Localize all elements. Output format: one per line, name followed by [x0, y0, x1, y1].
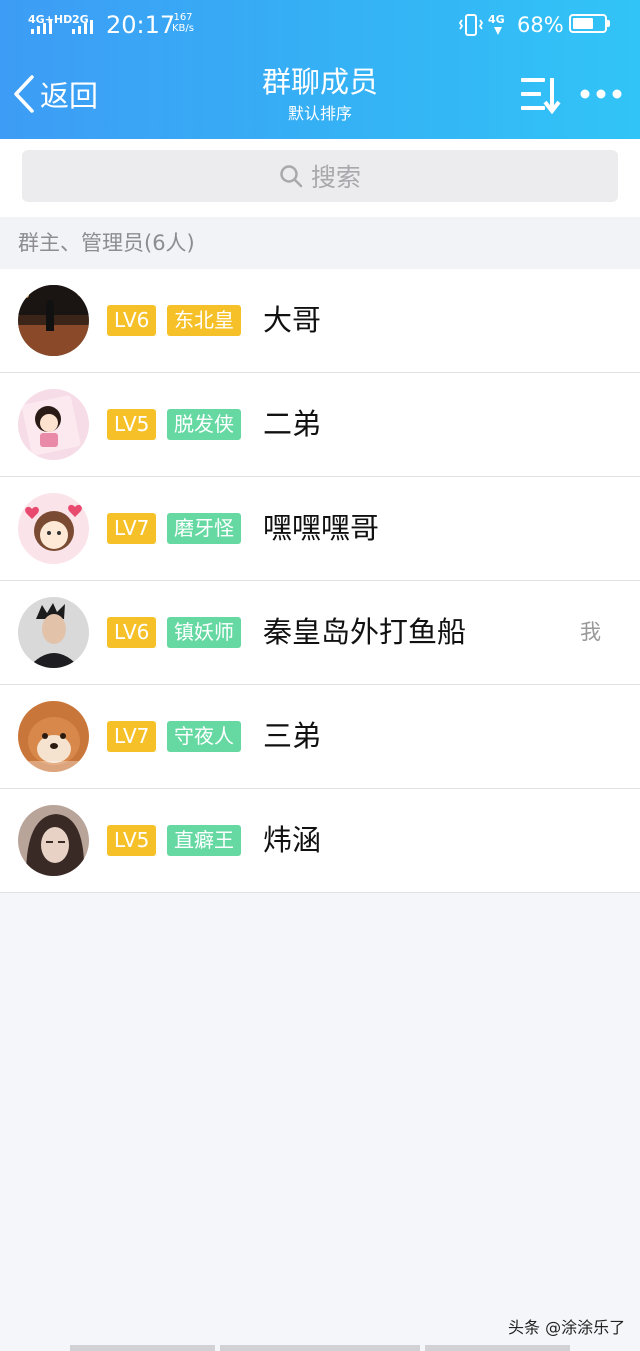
battery-percent: 68%	[517, 13, 564, 37]
network-speed: 167 KB/s	[172, 12, 194, 34]
member-row[interactable]: LV6 镇妖师 秦皇岛外打鱼船 我	[0, 581, 640, 685]
section-header-admins: 群主、管理员(6人)	[0, 217, 640, 269]
member-name: 大哥	[263, 303, 322, 337]
level-badge: LV6	[107, 305, 157, 336]
avatar[interactable]	[18, 701, 89, 772]
member-row[interactable]: LV7 磨牙怪 嘿嘿嘿哥	[0, 477, 640, 581]
search-icon	[280, 165, 303, 188]
member-name: 嘿嘿嘿哥	[263, 511, 380, 545]
signal-icon-1	[31, 18, 61, 34]
speed-value: 167	[173, 12, 193, 23]
member-row[interactable]: LV5 直癖王 炜涵	[0, 789, 640, 893]
member-list: LV6 东北皇 大哥 LV5 脱发侠 二弟 LV7 磨牙怪 嘿嘿嘿哥 LV6 镇…	[0, 269, 640, 893]
member-name: 二弟	[263, 407, 322, 441]
battery-icon	[569, 14, 610, 33]
member-name: 秦皇岛外打鱼船	[263, 615, 467, 649]
avatar[interactable]	[18, 389, 89, 460]
search-input[interactable]: 搜索	[22, 150, 618, 202]
me-indicator: 我	[580, 620, 601, 644]
avatar-shiba-dog-image	[18, 701, 89, 772]
level-badge: LV5	[107, 825, 157, 856]
status-time: 20:17	[106, 11, 176, 39]
level-badge: LV5	[107, 409, 157, 440]
sort-button[interactable]	[516, 74, 564, 116]
level-badge: LV7	[107, 513, 157, 544]
avatar[interactable]	[18, 597, 89, 668]
member-name: 炜涵	[263, 823, 322, 857]
avatar-woman-portrait-image	[18, 805, 89, 876]
member-row[interactable]: LV7 守夜人 三弟	[0, 685, 640, 789]
level-badge: LV7	[107, 721, 157, 752]
avatar-night-street-image	[18, 285, 89, 356]
avatar-cartoon-hearts-image	[18, 493, 89, 564]
member-title-badge: 守夜人	[167, 721, 241, 752]
watermark-text: 头条 @涂涂乐了	[508, 1318, 626, 1337]
data-arrows-icon	[494, 27, 502, 35]
member-row[interactable]: LV5 脱发侠 二弟	[0, 373, 640, 477]
sort-icon	[521, 78, 561, 115]
more-dots-icon	[580, 89, 622, 99]
avatar[interactable]	[18, 493, 89, 564]
member-title-badge: 直癖王	[167, 825, 241, 856]
member-name: 三弟	[263, 719, 322, 753]
avatar[interactable]	[18, 285, 89, 356]
search-area: 搜索	[0, 139, 640, 217]
speed-unit: KB/s	[172, 23, 194, 34]
bottom-scroll-indicator	[70, 1345, 570, 1351]
member-row[interactable]: LV6 东北皇 大哥	[0, 269, 640, 373]
top-header: 4G+HD 2G 20:17 167 KB/s 4G 68% 返回	[0, 0, 640, 139]
battery-fill	[573, 18, 594, 29]
member-title-badge: 脱发侠	[167, 409, 241, 440]
member-title-badge: 东北皇	[167, 305, 241, 336]
more-options-button[interactable]	[577, 82, 625, 106]
member-title-badge: 镇妖师	[167, 617, 241, 648]
network-label-3: 4G	[488, 13, 505, 26]
level-badge: LV6	[107, 617, 157, 648]
signal-icon-2	[72, 18, 102, 34]
avatar[interactable]	[18, 805, 89, 876]
status-bar: 4G+HD 2G 20:17 167 KB/s 4G 68%	[0, 0, 640, 50]
avatar-man-portrait-image	[18, 597, 89, 668]
vibrate-icon	[458, 14, 484, 36]
member-title-badge: 磨牙怪	[167, 513, 241, 544]
search-placeholder: 搜索	[310, 163, 361, 192]
avatar-cartoon-girl-image	[18, 389, 89, 460]
